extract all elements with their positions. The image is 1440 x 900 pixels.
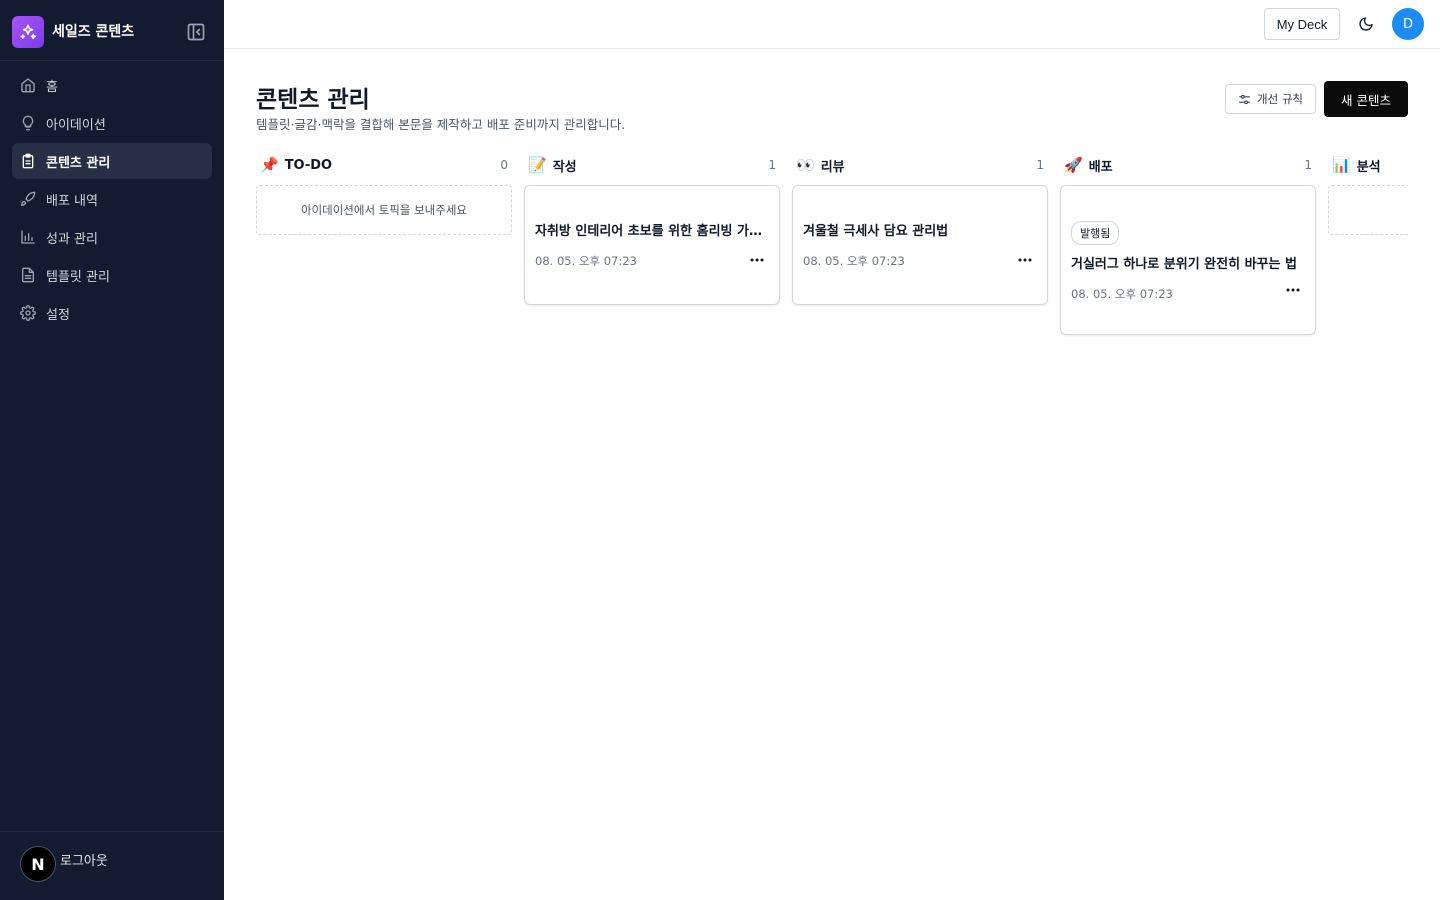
more-options-icon[interactable] <box>747 254 767 266</box>
empty-column-placeholder: 분석 <box>1328 185 1408 235</box>
status-badge: 발행됨 <box>1071 221 1120 245</box>
card-title: 겨울철 극세사 담요 관리법 <box>803 224 949 239</box>
column-header: 📊 분석 <box>1328 150 1408 180</box>
sidebar-item-label: 템플릿 관리 <box>46 269 110 285</box>
column-todo: 📌 TO-DO 0 아이데이션에서 토픽을 보내주세요 <box>256 150 512 235</box>
rocket-icon: 🚀 <box>1064 156 1083 174</box>
memo-icon: 📝 <box>528 156 547 174</box>
more-options-icon[interactable] <box>1015 254 1035 266</box>
card-title: 자취방 인테리어 초보를 위한 홈리빙 가이드 <box>535 224 763 239</box>
card-date: 08. 05. 오후 07:23 <box>535 254 637 268</box>
column-count: 1 <box>1036 158 1044 172</box>
avatar[interactable]: N <box>20 846 56 882</box>
content-card[interactable]: 겨울철 극세사 담요 관리법 08. 05. 오후 07:23 <box>792 185 1048 305</box>
sidebar-item-deploy-history[interactable]: 배포 내역 <box>12 181 212 217</box>
card-date: 08. 05. 오후 07:23 <box>803 254 905 268</box>
sidebar-item-label: 설정 <box>46 307 70 323</box>
eyes-icon: 👀 <box>796 156 815 174</box>
sparkles-icon[interactable] <box>12 16 44 48</box>
gear-icon <box>20 305 36 321</box>
empty-column-placeholder: 아이데이션에서 토픽을 보내주세요 <box>256 185 512 235</box>
clipboard-icon <box>20 153 36 169</box>
brand-name: 세일즈 콘텐츠 <box>52 24 135 40</box>
sidebar-item-content-management[interactable]: 콘텐츠 관리 <box>12 143 212 179</box>
more-options-icon[interactable] <box>1283 284 1303 296</box>
column-writing: 📝 작성 1 자취방 인테리어 초보를 위한 홈리빙 가이드 08. 05. 오… <box>524 150 780 305</box>
sidebar: 세일즈 콘텐츠 홈 아이데이션 콘텐츠 관리 배포 내역 성과 관리 템플릿 관… <box>0 0 224 900</box>
sidebar-item-settings[interactable]: 설정 <box>12 295 212 331</box>
card-date: 08. 05. 오후 07:23 <box>1071 287 1173 301</box>
pushpin-icon: 📌 <box>260 156 279 174</box>
page-subtitle: 템플릿·글감·맥락을 결합해 본문을 제작하고 배포 준비까지 관리합니다. <box>256 117 626 132</box>
content-card[interactable]: 자취방 인테리어 초보를 위한 홈리빙 가이드 08. 05. 오후 07:23 <box>524 185 780 305</box>
column-analysis: 📊 분석 분석 <box>1328 150 1408 235</box>
brand-header: 세일즈 콘텐츠 <box>0 0 224 61</box>
sidebar-item-home[interactable]: 홈 <box>12 67 212 103</box>
sidebar-collapse-icon[interactable] <box>184 20 208 44</box>
column-count: 1 <box>1304 158 1312 172</box>
rocket-icon <box>20 191 36 207</box>
column-title: 리뷰 <box>820 159 845 175</box>
lightbulb-icon <box>20 115 36 131</box>
bar-chart-icon <box>20 229 36 245</box>
my-deck-button[interactable]: My Deck <box>1264 8 1340 40</box>
sidebar-item-ideation[interactable]: 아이데이션 <box>12 105 212 141</box>
column-header: 📝 작성 1 <box>524 150 780 180</box>
card-title: 거실러그 하나로 분위기 완전히 바꾸는 법 <box>1071 257 1297 272</box>
column-count: 1 <box>768 158 776 172</box>
column-deploy: 🚀 배포 1 발행됨 거실러그 하나로 분위기 완전히 바꾸는 법 08. 05… <box>1060 150 1316 335</box>
sidebar-item-performance[interactable]: 성과 관리 <box>12 219 212 255</box>
sidebar-item-label: 성과 관리 <box>46 231 98 247</box>
sliders-icon <box>1239 94 1250 104</box>
column-title: 분석 <box>1356 159 1381 175</box>
top-bar: My Deck D <box>224 0 1440 49</box>
sidebar-item-label: 배포 내역 <box>46 193 98 209</box>
user-avatar[interactable]: D <box>1392 8 1424 40</box>
column-header: 👀 리뷰 1 <box>792 150 1048 180</box>
page-title: 콘텐츠 관리 <box>256 87 370 113</box>
sidebar-item-templates[interactable]: 템플릿 관리 <box>12 257 212 293</box>
column-count: 0 <box>500 158 508 172</box>
sidebar-item-label: 콘텐츠 관리 <box>46 155 111 171</box>
improvement-rules-button[interactable]: 개선 규칙 <box>1225 84 1316 114</box>
kanban-board: 📌 TO-DO 0 아이데이션에서 토픽을 보내주세요 📝 작성 1 자취방 인… <box>256 150 1408 900</box>
bar-chart-icon: 📊 <box>1332 156 1351 174</box>
column-header: 📌 TO-DO 0 <box>256 150 512 180</box>
sidebar-nav: 홈 아이데이션 콘텐츠 관리 배포 내역 성과 관리 템플릿 관리 설정 <box>12 67 212 333</box>
new-content-button[interactable]: 새 콘텐츠 <box>1324 81 1408 117</box>
column-title: TO-DO <box>284 157 333 173</box>
column-title: 작성 <box>552 159 577 175</box>
file-icon <box>20 267 36 283</box>
sidebar-item-label: 홈 <box>46 79 58 95</box>
improvement-rules-label: 개선 규칙 <box>1257 92 1303 106</box>
column-review: 👀 리뷰 1 겨울철 극세사 담요 관리법 08. 05. 오후 07:23 <box>792 150 1048 305</box>
sidebar-footer: N 로그아웃 <box>0 831 224 900</box>
sidebar-item-label: 아이데이션 <box>46 117 106 133</box>
content-card[interactable]: 발행됨 거실러그 하나로 분위기 완전히 바꾸는 법 08. 05. 오후 07… <box>1060 185 1316 335</box>
column-header: 🚀 배포 1 <box>1060 150 1316 180</box>
logout-button[interactable]: 로그아웃 <box>60 850 108 869</box>
moon-icon[interactable] <box>1354 12 1378 36</box>
column-title: 배포 <box>1088 159 1113 175</box>
home-icon <box>20 77 36 93</box>
